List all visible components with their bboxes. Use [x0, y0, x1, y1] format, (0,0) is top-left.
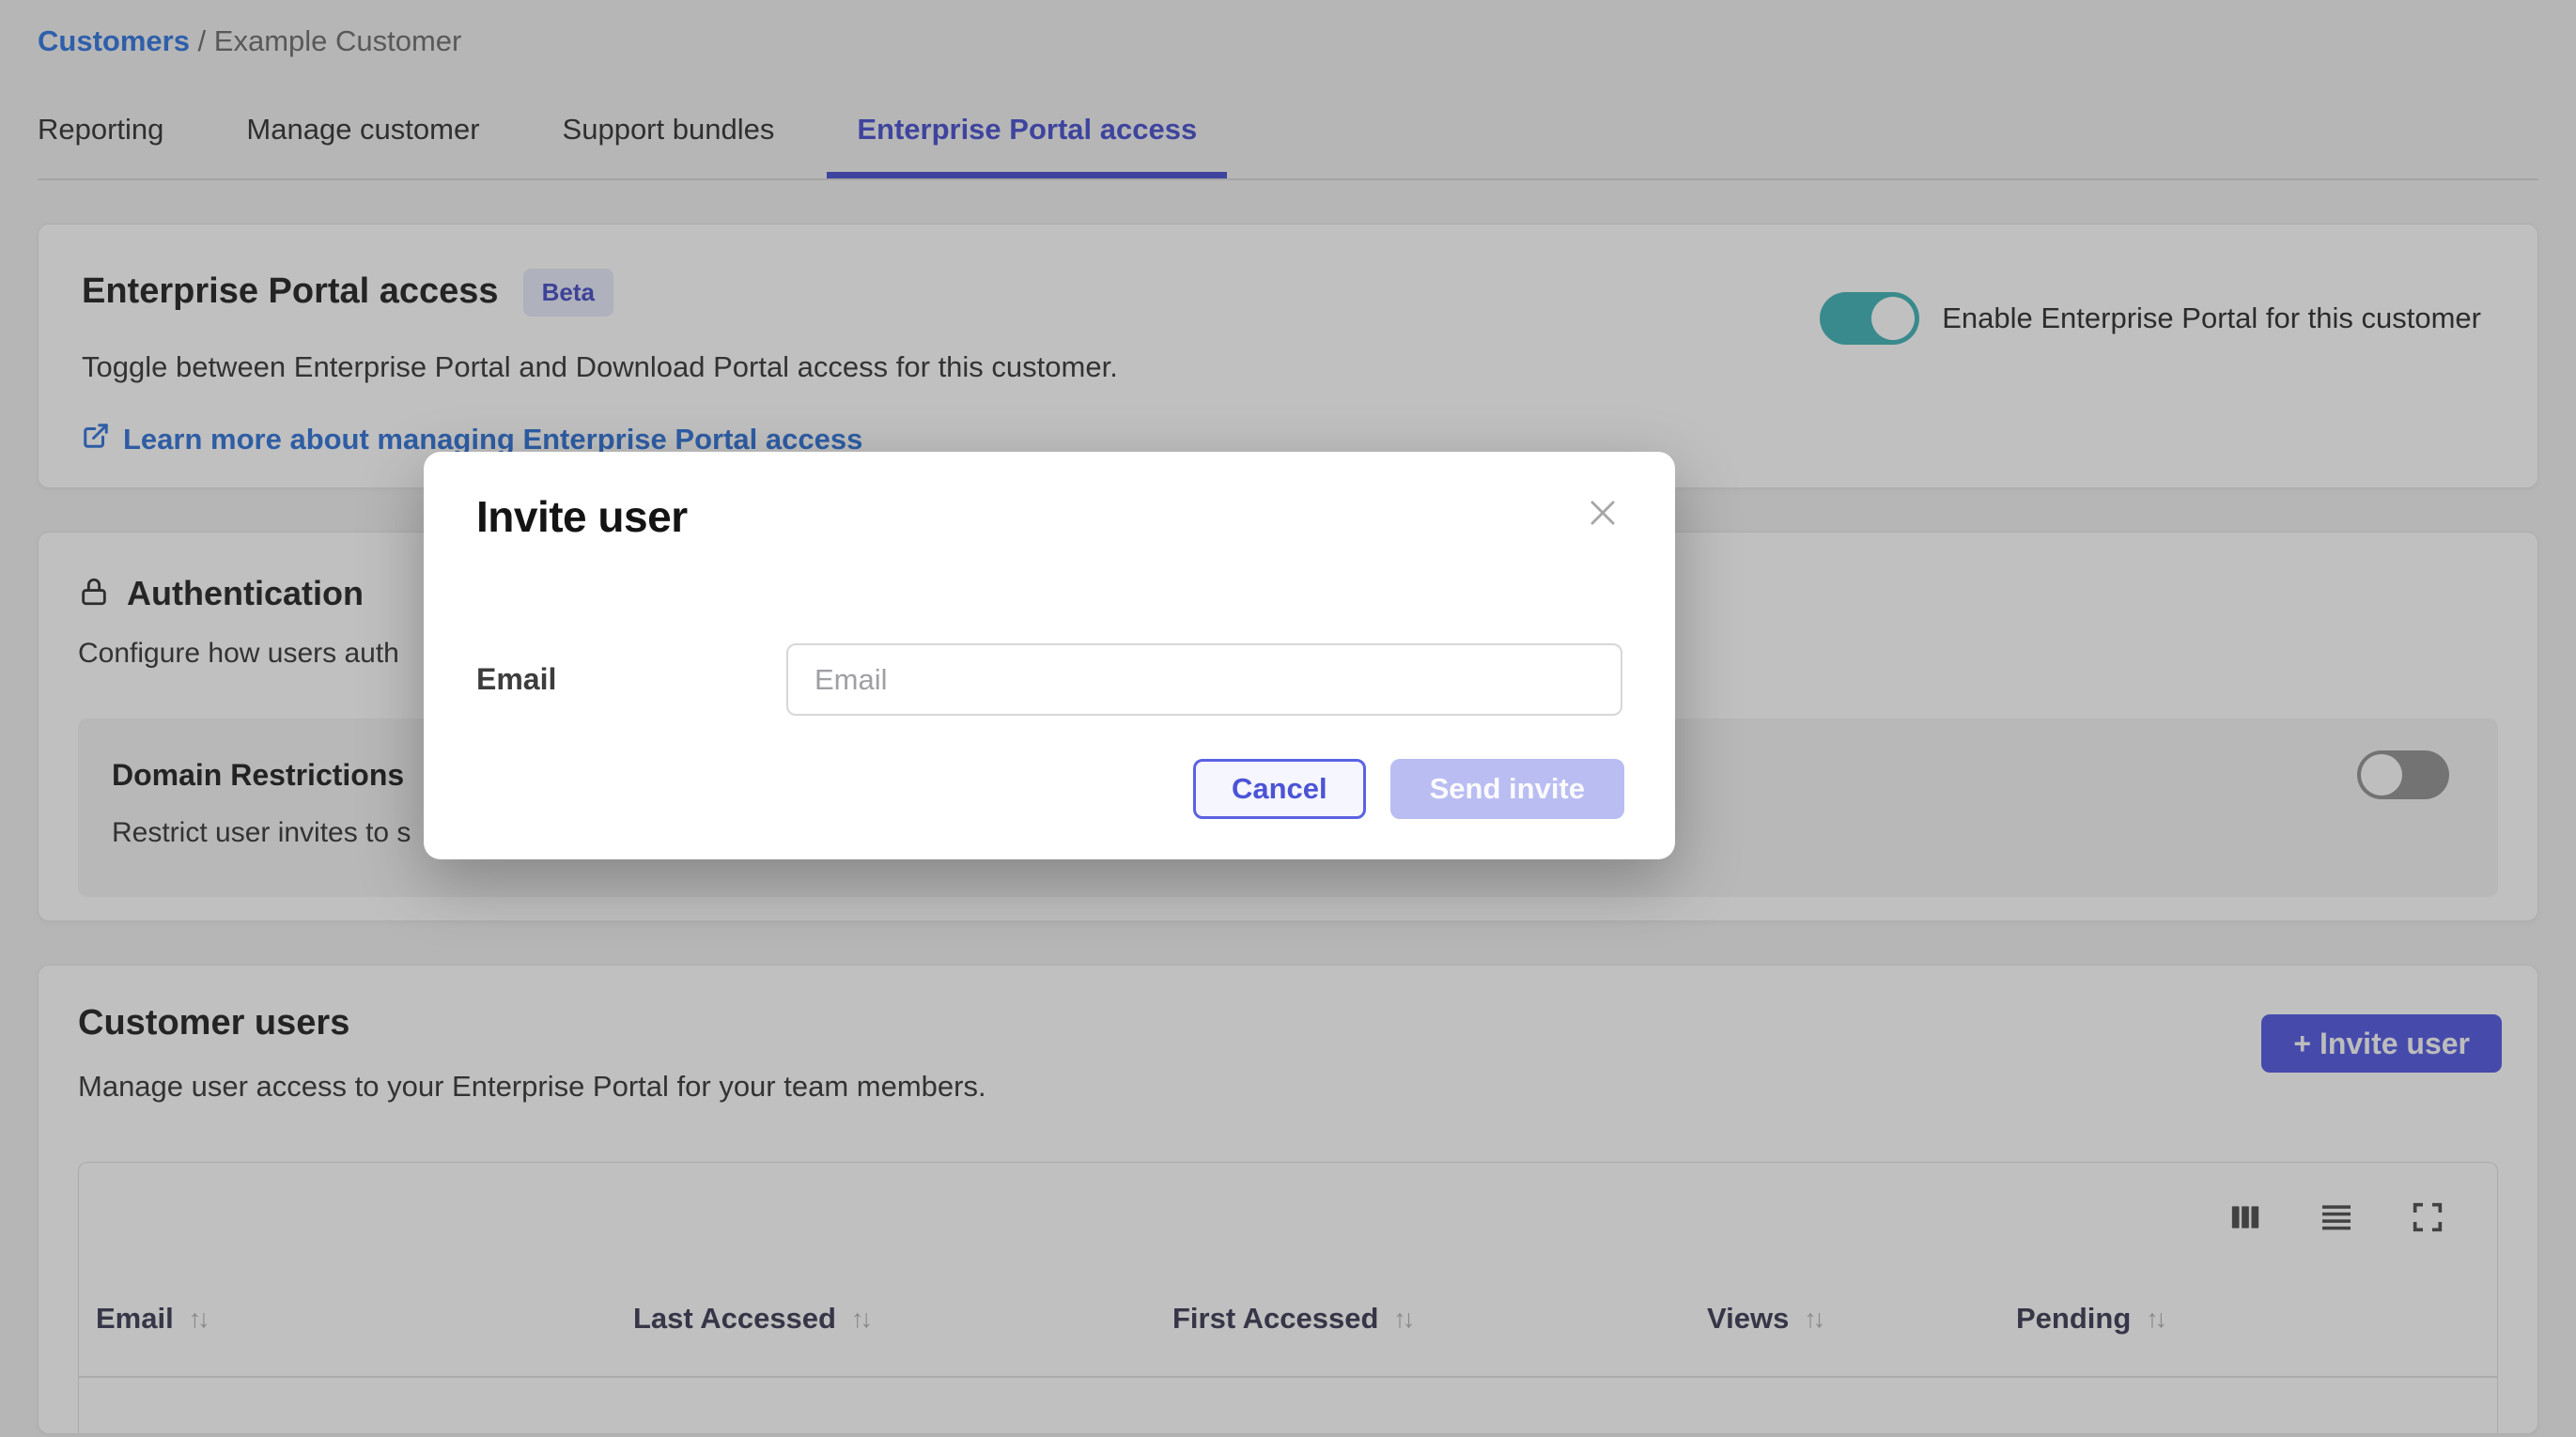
cancel-button[interactable]: Cancel: [1193, 759, 1366, 819]
invite-user-modal: Invite user Email Cancel Send invite: [424, 452, 1675, 859]
close-icon[interactable]: [1585, 495, 1621, 535]
invite-form: Email: [476, 643, 1622, 716]
email-field[interactable]: [786, 643, 1622, 716]
modal-title: Invite user: [476, 491, 688, 542]
modal-actions: Cancel Send invite: [1193, 759, 1624, 819]
email-label: Email: [476, 643, 786, 716]
send-invite-button[interactable]: Send invite: [1390, 759, 1624, 819]
